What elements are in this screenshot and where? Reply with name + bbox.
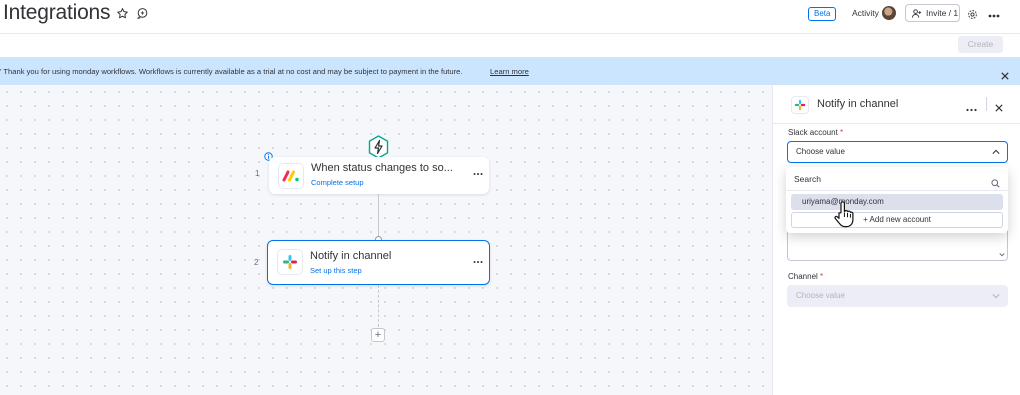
- chat-icon[interactable]: [136, 7, 150, 21]
- divider: [986, 97, 987, 111]
- dropdown-search-input[interactable]: Search: [794, 174, 821, 184]
- account-dropdown: Search uriyama@monday.com + Add new acco…: [786, 167, 1008, 233]
- close-icon[interactable]: [995, 99, 1003, 117]
- more-icon[interactable]: [988, 8, 1000, 26]
- top-header: Integrations Beta Activity Invite / 1: [0, 0, 1020, 34]
- person-add-icon: [911, 9, 922, 18]
- banner-text: ' Thank you for using monday workflows. …: [0, 67, 463, 76]
- beta-badge: Beta: [808, 7, 837, 21]
- channel-label: Channel *: [788, 272, 824, 281]
- more-icon[interactable]: [473, 252, 483, 270]
- trial-banner: ' Thank you for using monday workflows. …: [0, 57, 1020, 85]
- divider: [773, 123, 1020, 124]
- step-number: 2: [254, 258, 259, 267]
- chevron-down-icon: [992, 294, 1000, 299]
- star-icon[interactable]: [116, 7, 130, 21]
- page-title: Integrations: [3, 1, 111, 24]
- step-number: 1: [255, 169, 260, 178]
- invite-label: Invite / 1: [926, 8, 959, 18]
- gear-icon[interactable]: [967, 7, 978, 25]
- workflow-canvas[interactable]: 1 When status changes to so... Complete …: [0, 85, 772, 395]
- divider: [786, 190, 1008, 191]
- panel-title: Notify in channel: [817, 98, 899, 110]
- monday-logo-icon: [278, 163, 304, 189]
- select-placeholder: Choose value: [796, 291, 845, 300]
- connector-line: [378, 285, 379, 327]
- create-button[interactable]: Create: [958, 36, 1003, 53]
- slack-logo-icon: [277, 249, 303, 275]
- chevron-up-icon: [992, 149, 1000, 154]
- hand-cursor-icon: [834, 201, 854, 233]
- action-step-card[interactable]: Notify in channel Set up this step: [267, 240, 490, 285]
- more-icon[interactable]: [473, 164, 483, 182]
- step-title: Notify in channel: [310, 250, 392, 262]
- activity-link[interactable]: Activity: [852, 8, 879, 18]
- add-step-button[interactable]: +: [371, 328, 385, 342]
- step-subtitle[interactable]: Set up this step: [310, 266, 362, 275]
- step-settings-panel: Notify in channel Slack account * Choose…: [772, 85, 1020, 395]
- close-icon[interactable]: [1001, 67, 1009, 85]
- learn-more-link[interactable]: Learn more: [490, 67, 529, 76]
- slack-account-label: Slack account *: [788, 128, 844, 137]
- more-icon[interactable]: [966, 100, 977, 118]
- slack-logo-icon: [791, 96, 809, 114]
- add-account-button[interactable]: + Add new account: [791, 212, 1003, 228]
- invite-button[interactable]: Invite / 1: [905, 4, 960, 22]
- account-option[interactable]: uriyama@monday.com: [791, 194, 1003, 210]
- slack-account-select[interactable]: Choose value: [787, 141, 1008, 163]
- chevron-down-icon: [999, 253, 1005, 257]
- step-title: When status changes to so...: [311, 162, 453, 174]
- trigger-step-card[interactable]: When status changes to so... Complete se…: [269, 157, 489, 194]
- step-subtitle[interactable]: Complete setup: [311, 178, 364, 187]
- avatar[interactable]: [882, 6, 896, 20]
- select-placeholder: Choose value: [796, 147, 845, 156]
- channel-select[interactable]: Choose value: [787, 285, 1008, 307]
- connector-line: [378, 194, 379, 240]
